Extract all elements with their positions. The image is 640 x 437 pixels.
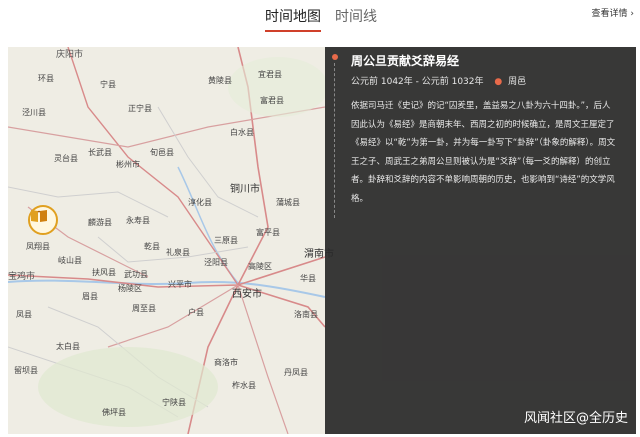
tab-time-map[interactable]: 时间地图 bbox=[265, 6, 321, 32]
map-label: 周至县 bbox=[132, 304, 156, 313]
event-location: 周邑 bbox=[508, 77, 527, 87]
map-label: 宜君县 bbox=[258, 70, 282, 79]
book-icon bbox=[31, 210, 47, 222]
event-date-range: 公元前 1042年 - 公元前 1032年 bbox=[351, 77, 484, 87]
event-info-panel: 周公旦贡献爻辞易经 公元前 1042年 - 公元前 1032年 ● 周邑 依据司… bbox=[325, 47, 636, 434]
map-label: 岐山县 bbox=[58, 256, 82, 265]
map-label: 三原县 bbox=[214, 236, 238, 245]
map-label: 宝鸡市 bbox=[8, 272, 36, 282]
map-label: 兴平市 bbox=[168, 280, 192, 289]
map-view[interactable]: 庆阳市 环县 宁县 正宁县 泾川县 宜君县 富君县 黄陵县 旬邑县 彬州市 灵台… bbox=[8, 47, 636, 434]
map-label: 麟游县 bbox=[88, 218, 112, 227]
map-label: 白水县 bbox=[230, 128, 254, 137]
map-label: 淳化县 bbox=[188, 198, 212, 207]
map-label: 留坝县 bbox=[14, 366, 38, 375]
map-label: 洛南县 bbox=[294, 310, 318, 319]
map-label: 富平县 bbox=[256, 228, 280, 237]
map-label: 正宁县 bbox=[128, 104, 152, 113]
event-title: 周公旦贡献爻辞易经 bbox=[351, 54, 460, 68]
map-label: 宁县 bbox=[100, 80, 116, 89]
map-label: 庆阳市 bbox=[56, 50, 84, 60]
map-label: 环县 bbox=[38, 74, 54, 83]
map-label: 乾县 bbox=[144, 242, 160, 251]
map-label: 铜川市 bbox=[230, 184, 260, 195]
map-label: 永寿县 bbox=[126, 216, 150, 225]
map-label: 长武县 bbox=[88, 148, 112, 157]
map-label: 丹凤县 bbox=[284, 368, 308, 377]
map-label: 武功县 bbox=[124, 270, 148, 279]
map-label: 商洛市 bbox=[214, 358, 238, 367]
map-label: 旬邑县 bbox=[150, 148, 174, 157]
location-pin-icon: ● bbox=[494, 77, 503, 87]
map-label: 扶风县 bbox=[92, 268, 116, 277]
timeline-dot bbox=[332, 54, 338, 60]
map-label: 蒲城县 bbox=[276, 198, 300, 207]
map-label: 西安市 bbox=[232, 289, 262, 300]
map-label: 高陵区 bbox=[248, 262, 272, 271]
map-label: 黄陵县 bbox=[208, 76, 232, 85]
map-label: 太白县 bbox=[56, 342, 80, 351]
tab-timeline[interactable]: 时间线 bbox=[335, 6, 377, 30]
map-label: 灵台县 bbox=[54, 154, 78, 163]
map-label: 礼泉县 bbox=[166, 248, 190, 257]
map-label: 杨陵区 bbox=[118, 284, 142, 293]
map-label: 凤翔县 bbox=[26, 242, 50, 251]
event-description: 依据司马迁《史记》的记“囚羑里，盖益易之八卦为六十四卦。”，后人因此认为《易经》… bbox=[351, 101, 616, 204]
map-label: 凤县 bbox=[16, 310, 32, 319]
event-marker[interactable] bbox=[28, 205, 58, 235]
view-details-link[interactable]: 查看详情 › bbox=[592, 6, 634, 19]
map-label: 眉县 bbox=[82, 292, 98, 301]
watermark: 风闻社区@全历史 bbox=[523, 411, 628, 426]
map-label: 宁陕县 bbox=[162, 398, 186, 407]
map-label: 泾川县 bbox=[22, 108, 46, 117]
tab-bar: 时间地图 时间线 查看详情 › bbox=[0, 0, 640, 40]
map-label: 华县 bbox=[300, 274, 316, 283]
map-label: 富君县 bbox=[260, 96, 284, 105]
map-label: 泾阳县 bbox=[204, 258, 228, 267]
map-label: 佛坪县 bbox=[102, 408, 126, 417]
event-meta: 公元前 1042年 - 公元前 1032年 ● 周邑 bbox=[351, 74, 526, 87]
timeline-line bbox=[334, 63, 335, 218]
map-label: 柞水县 bbox=[232, 381, 256, 390]
map-label: 彬州市 bbox=[116, 160, 140, 169]
map-label: 户县 bbox=[188, 308, 204, 317]
